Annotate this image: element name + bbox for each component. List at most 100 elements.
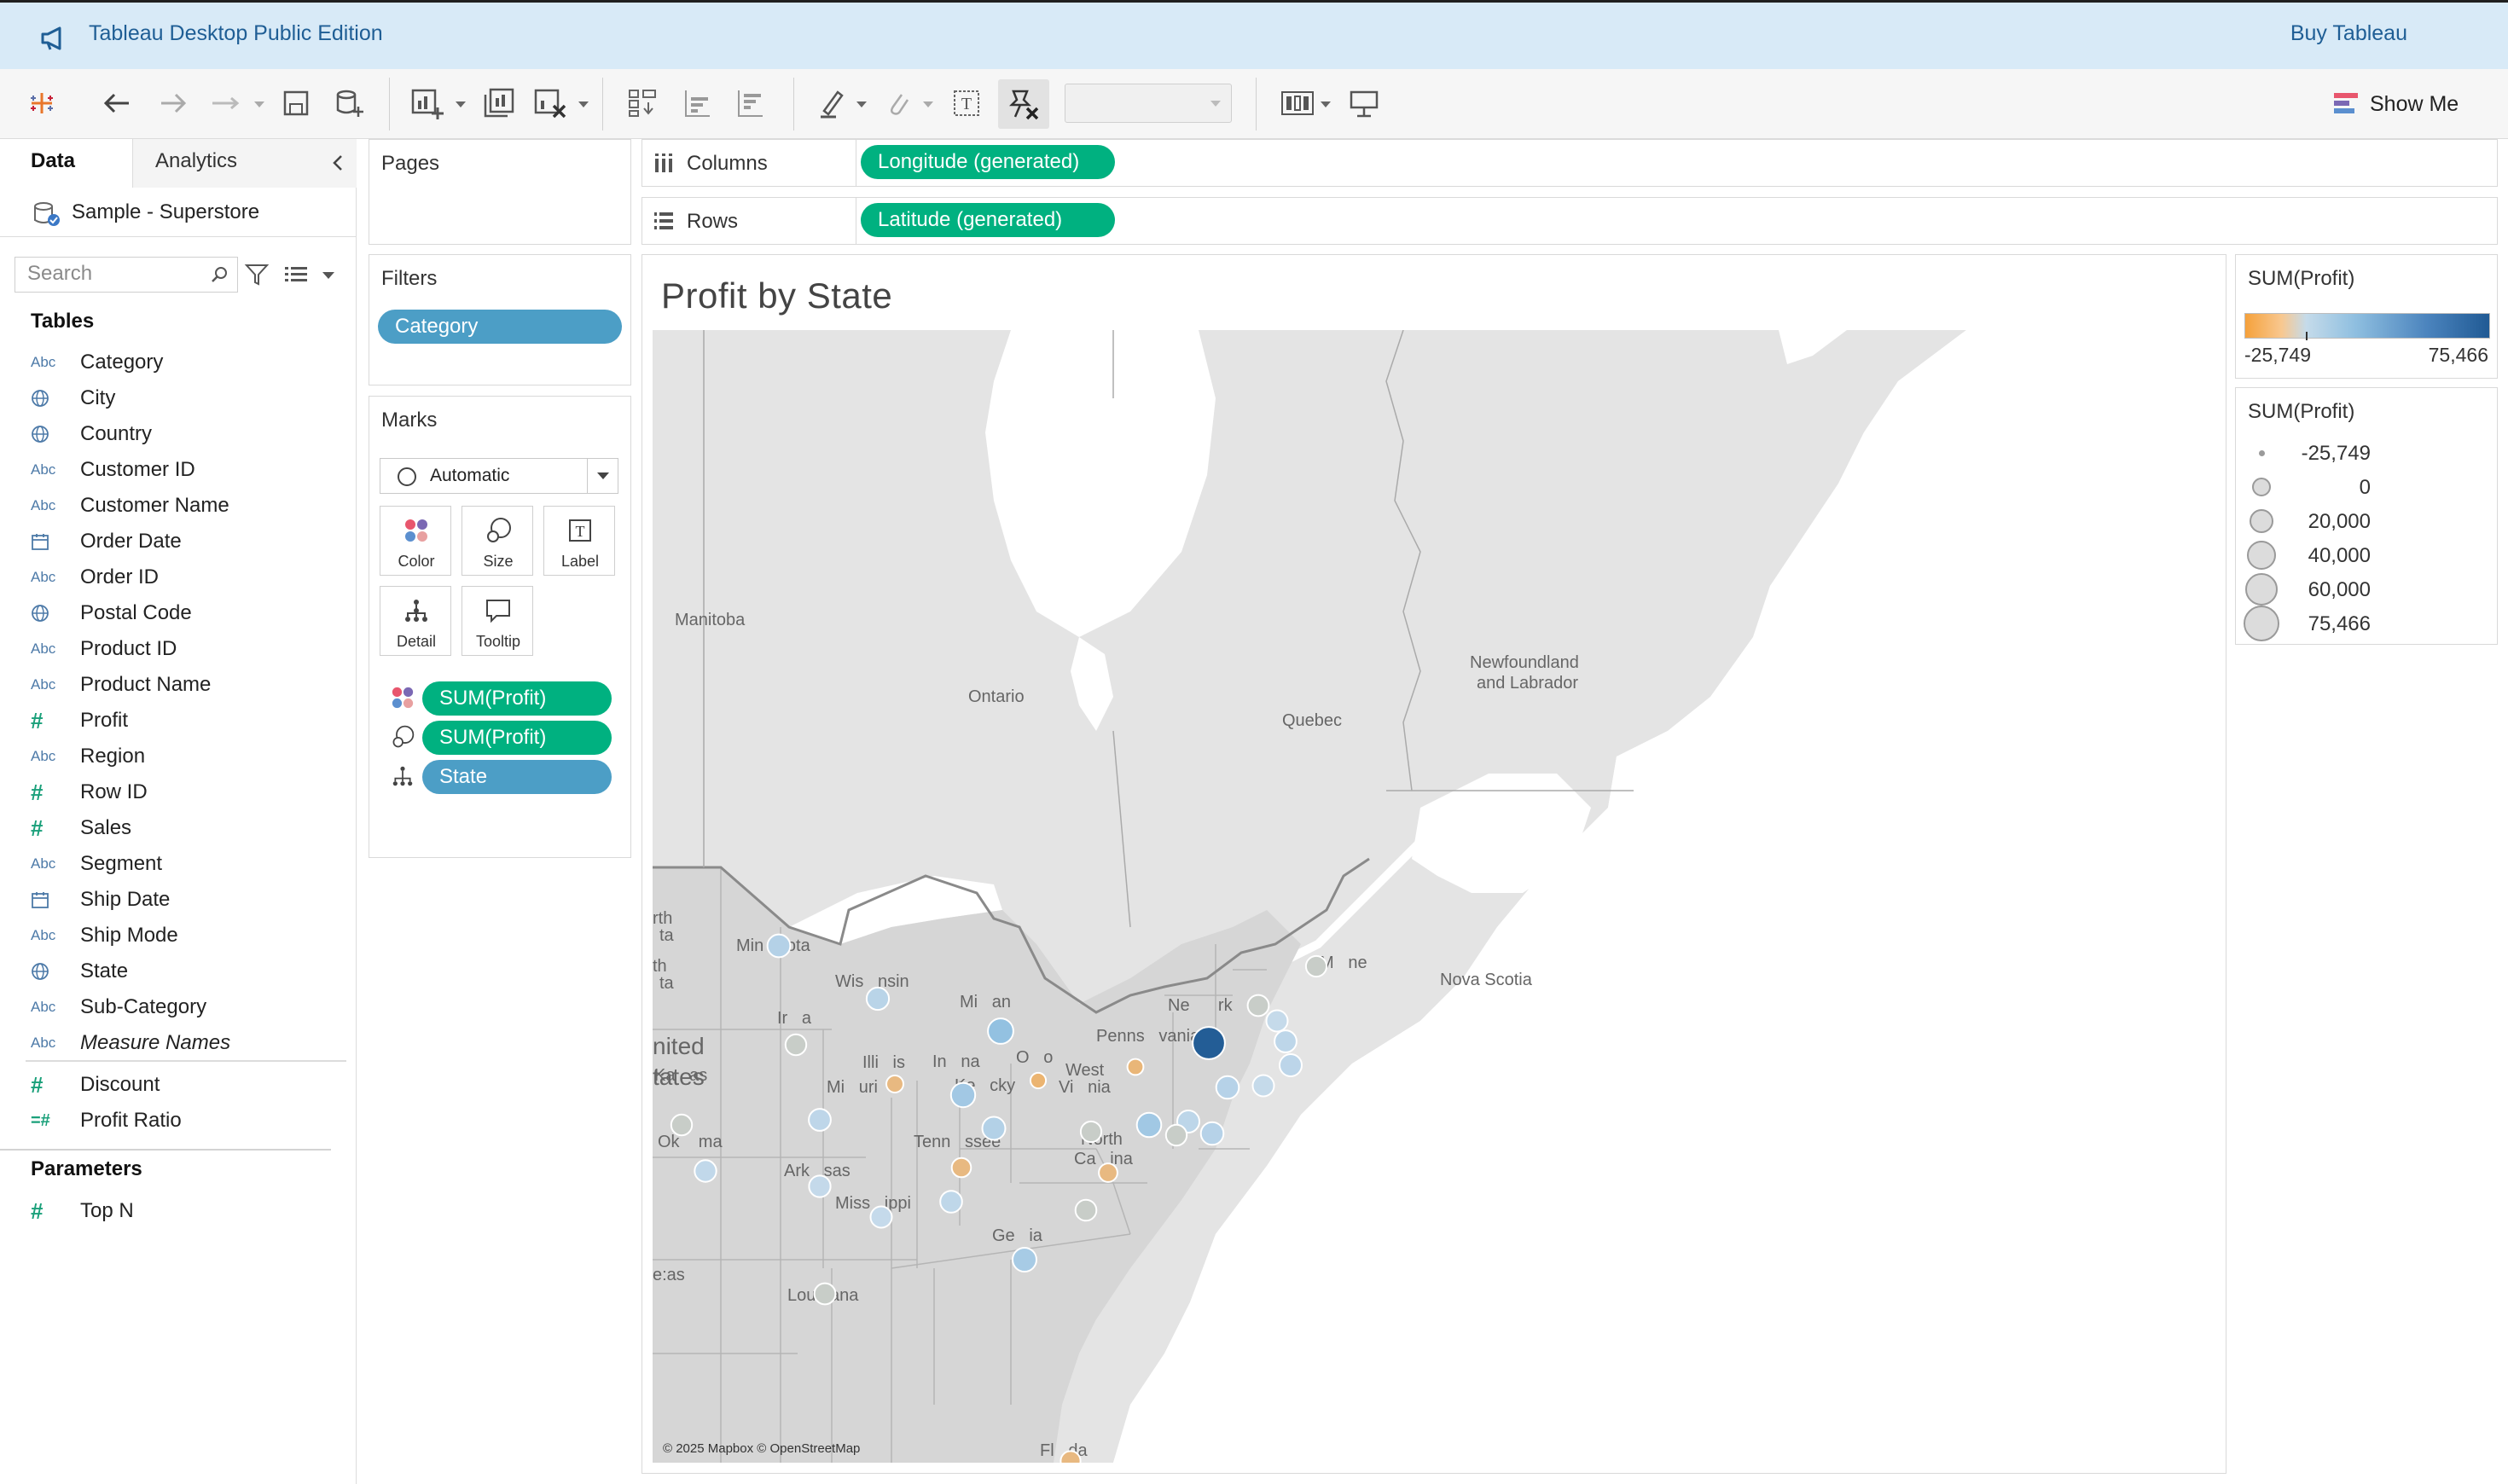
size-legend-item[interactable]: 0: [2236, 470, 2499, 504]
show-cards-icon[interactable]: [1274, 78, 1321, 129]
field-item[interactable]: # Row ID: [31, 774, 148, 810]
field-item[interactable]: Abc Customer Name: [31, 488, 229, 524]
state-mark[interactable]: [1251, 1074, 1275, 1098]
size-legend-item[interactable]: 75,466: [2236, 606, 2499, 641]
fix-axes-button[interactable]: [998, 79, 1049, 129]
state-mark[interactable]: [1215, 1075, 1240, 1100]
field-item[interactable]: Abc Product ID: [31, 631, 177, 667]
field-item[interactable]: # Profit: [31, 703, 128, 739]
swap-rows-columns-icon[interactable]: [619, 78, 665, 129]
state-mark[interactable]: [808, 1174, 832, 1198]
field-item[interactable]: # Sales: [31, 810, 131, 846]
mark-type-dropdown[interactable]: Automatic: [380, 458, 618, 494]
marks-pill-detail[interactable]: State: [422, 760, 612, 794]
view-list-caret-icon[interactable]: [322, 272, 334, 279]
show-mark-labels-icon[interactable]: T: [945, 78, 988, 129]
rows-pill-latitude[interactable]: Latitude (generated): [861, 203, 1115, 237]
clear-sheet-caret-icon[interactable]: [578, 101, 589, 107]
state-mark[interactable]: [949, 1081, 977, 1109]
size-legend-item[interactable]: 40,000: [2236, 538, 2499, 572]
state-mark[interactable]: [950, 1156, 972, 1179]
new-worksheet-icon[interactable]: [404, 78, 450, 129]
state-mark[interactable]: [1074, 1198, 1098, 1222]
presentation-mode-icon[interactable]: [1343, 78, 1385, 129]
state-mark[interactable]: [869, 1205, 893, 1229]
new-datasource-icon[interactable]: [328, 78, 370, 129]
state-mark[interactable]: [981, 1116, 1007, 1141]
replay-caret-icon[interactable]: [254, 101, 264, 107]
state-mark[interactable]: [885, 1075, 904, 1093]
view-list-icon[interactable]: [283, 264, 309, 287]
undo-icon[interactable]: [96, 78, 138, 129]
filter-icon[interactable]: [244, 262, 270, 287]
size-button[interactable]: Size: [462, 506, 533, 576]
size-legend[interactable]: SUM(Profit) -25,749 0 20,000 40,000 60,000 75…: [2235, 387, 2498, 645]
size-legend-item[interactable]: 20,000: [2236, 504, 2499, 538]
detail-button[interactable]: Detail: [380, 586, 451, 656]
show-me-button[interactable]: Show Me: [2332, 84, 2459, 124]
field-item[interactable]: Ship Date: [31, 882, 170, 918]
state-mark[interactable]: [1279, 1053, 1303, 1077]
replay-icon[interactable]: [205, 78, 247, 129]
search-box[interactable]: [15, 257, 238, 293]
field-item[interactable]: State: [31, 954, 128, 989]
state-mark[interactable]: [1265, 1009, 1289, 1033]
field-item[interactable]: Abc Sub-Category: [31, 989, 206, 1025]
label-button[interactable]: T Label: [543, 506, 615, 576]
search-icon[interactable]: [210, 265, 229, 284]
columns-shelf[interactable]: Columns Longitude (generated): [642, 139, 2498, 187]
field-item[interactable]: Abc Product Name: [31, 667, 211, 703]
field-item[interactable]: Abc Customer ID: [31, 452, 195, 488]
marks-pill-color[interactable]: SUM(Profit): [422, 681, 612, 716]
save-icon[interactable]: [275, 78, 317, 129]
collapse-pane-icon[interactable]: [328, 151, 348, 175]
state-mark[interactable]: [1199, 1121, 1225, 1146]
duplicate-sheet-icon[interactable]: [476, 78, 522, 129]
field-item[interactable]: # Discount: [31, 1067, 160, 1103]
field-item[interactable]: Abc Segment: [31, 846, 162, 882]
search-input[interactable]: [15, 258, 203, 290]
field-item[interactable]: Abc Order ID: [31, 559, 159, 595]
field-item[interactable]: Order Date: [31, 524, 182, 559]
state-mark[interactable]: [766, 933, 792, 959]
state-mark[interactable]: [808, 1108, 832, 1132]
fit-dropdown[interactable]: [1065, 84, 1232, 123]
state-mark[interactable]: [865, 986, 891, 1012]
color-button[interactable]: Color: [380, 506, 451, 576]
state-mark[interactable]: [987, 1017, 1014, 1045]
highlight-icon[interactable]: [810, 78, 853, 129]
filters-card[interactable]: Filters Category: [369, 254, 631, 385]
state-mark[interactable]: [1274, 1029, 1298, 1053]
color-legend[interactable]: SUM(Profit) -25,749 75,466: [2235, 254, 2498, 379]
pages-card[interactable]: Pages: [369, 139, 631, 245]
rows-shelf[interactable]: Rows Latitude (generated): [642, 197, 2498, 245]
state-mark[interactable]: [670, 1113, 694, 1137]
field-item[interactable]: Abc Region: [31, 739, 145, 774]
show-cards-caret-icon[interactable]: [1321, 101, 1331, 107]
field-item[interactable]: Abc Measure Names: [31, 1025, 230, 1061]
state-mark[interactable]: [1192, 1026, 1226, 1060]
clear-sheet-icon[interactable]: [527, 78, 573, 129]
size-legend-item[interactable]: 60,000: [2236, 572, 2499, 606]
columns-pill-longitude[interactable]: Longitude (generated): [861, 145, 1115, 179]
state-mark[interactable]: [784, 1033, 808, 1057]
buy-tableau-link[interactable]: Buy Tableau: [2290, 21, 2407, 46]
field-item[interactable]: Country: [31, 416, 152, 452]
state-mark[interactable]: [1079, 1120, 1103, 1144]
state-mark[interactable]: [1135, 1111, 1163, 1139]
state-mark[interactable]: [1164, 1123, 1188, 1147]
sort-descending-icon[interactable]: [727, 78, 773, 129]
state-mark[interactable]: [1029, 1071, 1048, 1090]
chevron-down-icon[interactable]: [587, 459, 618, 493]
tableau-logo-icon[interactable]: [20, 78, 63, 129]
size-legend-item[interactable]: -25,749: [2236, 436, 2499, 470]
state-mark[interactable]: [1098, 1162, 1118, 1183]
datasource-row[interactable]: Sample - Superstore: [0, 188, 357, 237]
sort-ascending-icon[interactable]: [674, 78, 720, 129]
state-mark[interactable]: [1126, 1058, 1145, 1076]
state-mark[interactable]: [1304, 954, 1328, 978]
marks-pill-size[interactable]: SUM(Profit): [422, 721, 612, 755]
state-mark[interactable]: [1012, 1247, 1037, 1272]
map[interactable]: Manitoba Ontario Quebec Newfoundland and Lab…: [653, 330, 2214, 1463]
state-mark[interactable]: [939, 1190, 963, 1214]
